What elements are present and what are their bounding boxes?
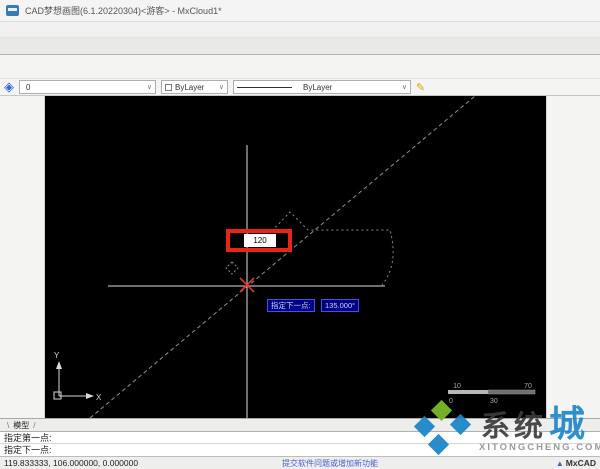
window-title: CAD梦想画图(6.1.20220304)<游客> - MxCloud1* bbox=[25, 6, 222, 16]
svg-text:30: 30 bbox=[490, 398, 498, 405]
command-line-panel: 指定第一点: 指定下一点: bbox=[0, 431, 600, 456]
title-bar: CAD梦想画图(6.1.20220304)<游客> - MxCloud1* bbox=[0, 0, 600, 22]
highlight-annotation-box bbox=[226, 229, 292, 252]
chevron-down-icon: ∨ bbox=[218, 84, 224, 91]
linetype-sample-icon bbox=[237, 86, 292, 88]
layers-stack-icon[interactable]: ◈ bbox=[4, 79, 14, 95]
svg-text:70: 70 bbox=[524, 383, 532, 390]
layer-dropdown[interactable]: 0 ∨ bbox=[19, 80, 156, 94]
modify-toolbar-right bbox=[546, 96, 600, 418]
svg-text:10: 10 bbox=[453, 383, 461, 390]
scale-bar: 10 70 0 30 bbox=[448, 383, 536, 405]
mxcad-logo-icon: ▲ bbox=[555, 458, 564, 468]
draw-toolbar-left bbox=[0, 96, 45, 418]
linetype-dropdown-value: ByLayer bbox=[303, 82, 333, 92]
color-swatch-icon bbox=[165, 83, 172, 91]
properties-toolbar: ◈ 0 ∨ ByLayer ∨ ByLayer ∨ ✎ bbox=[0, 79, 600, 96]
menu-bar bbox=[0, 22, 600, 38]
chevron-down-icon: ∨ bbox=[401, 84, 407, 91]
tab-model[interactable]: 模型 bbox=[5, 420, 37, 431]
coordinate-readout: 119.833333, 106.000000, 0.000000 bbox=[4, 458, 139, 468]
mxcad-brand-label: MxCAD bbox=[565, 458, 596, 468]
command-prompt-line[interactable]: 指定下一点: bbox=[0, 444, 600, 456]
chevron-down-icon: ∨ bbox=[146, 84, 152, 91]
status-bar: 119.833333, 106.000000, 0.000000 提交软件问题或… bbox=[0, 456, 600, 469]
polar-tracking-line bbox=[89, 96, 476, 418]
feedback-link[interactable]: 提交软件问题或增加新功能 bbox=[282, 458, 378, 469]
color-dropdown[interactable]: ByLayer ∨ bbox=[161, 80, 228, 94]
command-history-line: 指定第一点: bbox=[0, 432, 600, 444]
ucs-y-label: Y bbox=[54, 351, 60, 360]
pencil-edit-icon[interactable]: ✎ bbox=[416, 81, 425, 94]
app-window: CAD梦想画图(6.1.20220304)<游客> - MxCloud1* ◈ … bbox=[0, 0, 600, 469]
svg-text:0: 0 bbox=[449, 398, 453, 405]
drawing-canvas[interactable]: Y X 10 70 0 30 指定下一点: 135.000° bbox=[45, 96, 546, 418]
document-tab-bar bbox=[0, 38, 600, 55]
app-logo-icon bbox=[6, 5, 19, 16]
color-dropdown-value: ByLayer bbox=[175, 82, 205, 92]
dynamic-length-input[interactable] bbox=[244, 234, 276, 247]
dynamic-prompt-tooltip: 指定下一点: bbox=[267, 299, 315, 312]
snap-diamond-marker bbox=[225, 261, 239, 275]
layer-dropdown-value: 0 bbox=[26, 82, 31, 92]
main-toolbar bbox=[0, 55, 600, 79]
dynamic-angle-tooltip: 135.000° bbox=[321, 299, 360, 312]
ucs-icon: Y X bbox=[53, 351, 102, 402]
linetype-dropdown[interactable]: ByLayer ∨ bbox=[233, 80, 411, 94]
layout-tab-bar: 模型 bbox=[0, 418, 600, 431]
ucs-x-label: X bbox=[96, 393, 102, 402]
mxcad-brand: ▲ MxCAD bbox=[556, 458, 596, 468]
